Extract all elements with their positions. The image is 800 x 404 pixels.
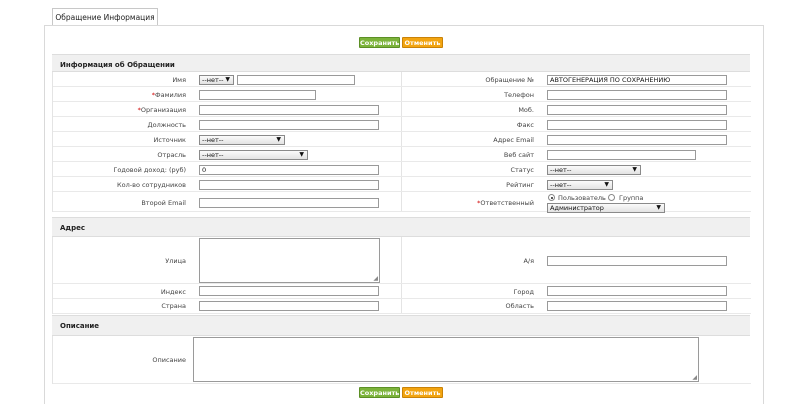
assigned-user-select[interactable]: Администратор ▼ xyxy=(547,203,665,213)
street-textarea[interactable]: ◢ xyxy=(199,238,380,283)
email-input[interactable] xyxy=(547,135,727,145)
cancel-button-bottom[interactable]: Отменить xyxy=(402,387,443,398)
label-email: Адрес Email xyxy=(493,136,534,144)
label-second-email: Второй Email xyxy=(141,199,186,207)
po-box-input[interactable] xyxy=(547,256,727,266)
label-organization-text: Организация xyxy=(140,106,186,114)
label-organization: *Организация xyxy=(137,106,186,114)
resize-grip-icon[interactable]: ◢ xyxy=(692,374,697,381)
zip-input[interactable] xyxy=(199,286,379,296)
label-employees: Кол-во сотрудников xyxy=(117,181,186,189)
label-assigned: *Ответственный xyxy=(477,199,534,207)
salutation-select[interactable]: --нет-- ▼ xyxy=(199,75,234,85)
label-zip: Индекс xyxy=(160,288,186,296)
label-first-name: Имя xyxy=(172,76,186,84)
description-textarea[interactable]: ◢ xyxy=(193,337,699,382)
position-input[interactable] xyxy=(199,120,379,130)
label-last-name-text: Фамилия xyxy=(155,91,186,99)
last-name-input[interactable] xyxy=(199,90,316,100)
tab-lead-information[interactable]: Обращение Информация xyxy=(52,8,158,26)
fax-input[interactable] xyxy=(547,120,727,130)
industry-value: --нет-- xyxy=(202,151,224,159)
radio-group[interactable] xyxy=(608,194,615,201)
section-title-description: Описание xyxy=(60,322,100,330)
rating-select[interactable]: --нет-- ▼ xyxy=(547,180,613,190)
section-title-info: Информация об Обращении xyxy=(60,61,175,69)
label-website: Веб сайт xyxy=(503,151,534,159)
section-header-address: Адрес xyxy=(52,217,750,237)
chevron-down-icon: ▼ xyxy=(656,204,661,211)
label-fax: Факс xyxy=(516,121,534,129)
website-input[interactable] xyxy=(547,150,696,160)
radio-user[interactable] xyxy=(548,194,555,201)
phone-input[interactable] xyxy=(547,90,727,100)
label-assigned-text: Ответственный xyxy=(480,199,534,207)
status-value: --нет-- xyxy=(550,166,572,174)
label-source: Источник xyxy=(153,136,186,144)
label-po-box: А/я xyxy=(523,257,534,265)
label-position: Должность xyxy=(147,121,186,129)
label-street: Улица xyxy=(165,257,186,265)
save-button-top[interactable]: Сохранить xyxy=(359,37,400,48)
label-state: Область xyxy=(505,302,534,310)
country-input[interactable] xyxy=(199,301,379,311)
employees-input[interactable] xyxy=(199,180,379,190)
annual-income-input[interactable]: 0 xyxy=(199,165,379,175)
city-input[interactable] xyxy=(547,286,727,296)
chevron-down-icon: ▼ xyxy=(299,151,304,158)
salutation-value: --нет-- xyxy=(202,76,224,84)
save-button-bottom[interactable]: Сохранить xyxy=(359,387,400,398)
state-input[interactable] xyxy=(547,301,727,311)
label-rating: Рейтинг xyxy=(506,181,534,189)
radio-user-label: Пользователь xyxy=(558,194,606,202)
section-header-info: Информация об Обращении xyxy=(52,54,750,72)
radio-group-label: Группа xyxy=(619,194,644,202)
first-name-input[interactable] xyxy=(237,75,355,85)
rating-value: --нет-- xyxy=(550,181,572,189)
label-phone: Телефон xyxy=(504,91,534,99)
cancel-button-top[interactable]: Отменить xyxy=(402,37,443,48)
label-city: Город xyxy=(513,288,534,296)
label-last-name: *Фамилия xyxy=(151,91,186,99)
mobile-input[interactable] xyxy=(547,105,727,115)
organization-input[interactable] xyxy=(199,105,379,115)
lead-no-input[interactable]: АВТОГЕНЕРАЦИЯ ПО СОХРАНЕНИЮ xyxy=(547,75,727,85)
chevron-down-icon: ▼ xyxy=(604,181,609,188)
label-annual-income: Годовой доход: (руб) xyxy=(113,166,186,174)
resize-grip-icon[interactable]: ◢ xyxy=(373,275,378,282)
source-value: --нет-- xyxy=(202,136,224,144)
second-email-input[interactable] xyxy=(199,198,379,208)
industry-select[interactable]: --нет-- ▼ xyxy=(199,150,308,160)
section-title-address: Адрес xyxy=(60,224,85,232)
label-country: Страна xyxy=(161,302,186,310)
label-industry: Отрасль xyxy=(157,151,186,159)
chevron-down-icon: ▼ xyxy=(276,136,281,143)
edit-lead-page: Обращение Информация Сохранить Отменить … xyxy=(0,0,800,404)
status-select[interactable]: --нет-- ▼ xyxy=(547,165,641,175)
chevron-down-icon: ▼ xyxy=(225,76,230,83)
label-lead-no: Обращение № xyxy=(485,76,534,84)
assigned-user-value: Администратор xyxy=(550,204,604,212)
label-mobile: Моб. xyxy=(518,106,534,114)
chevron-down-icon: ▼ xyxy=(632,166,637,173)
label-status: Статус xyxy=(510,166,534,174)
source-select[interactable]: --нет-- ▼ xyxy=(199,135,285,145)
section-header-description: Описание xyxy=(52,315,750,336)
label-description: Описание xyxy=(152,356,186,364)
